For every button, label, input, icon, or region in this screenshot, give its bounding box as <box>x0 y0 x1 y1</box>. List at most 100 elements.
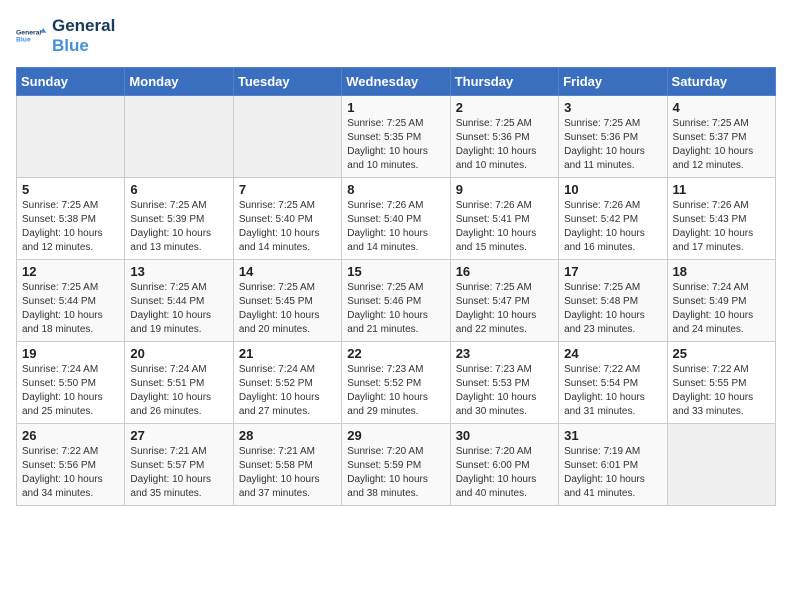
day-cell: 13 Sunrise: 7:25 AMSunset: 5:44 PMDayligh… <box>125 260 233 342</box>
day-info: Sunrise: 7:26 AMSunset: 5:40 PMDaylight:… <box>347 199 444 255</box>
day-cell: 20Sunrise: 7:24 AMSunset: 5:51 PMDayligh… <box>125 342 233 424</box>
day-info: Sunrise: 7:22 AMSunset: 5:55 PMDaylight:… <box>673 363 770 419</box>
day-number: 10 <box>564 182 661 197</box>
day-number: 4 <box>673 100 770 115</box>
day-cell: 16 Sunrise: 7:25 AMSunset: 5:47 PMDayligh… <box>450 260 558 342</box>
day-info: Sunrise: 7:25 AMSunset: 5:37 PMDaylight:… <box>673 117 770 173</box>
day-cell <box>667 424 775 506</box>
day-cell: 31 Sunrise: 7:19 AMSunset: 6:01 PMDayligh… <box>559 424 667 506</box>
day-info: Sunrise: 7:23 AMSunset: 5:52 PMDaylight:… <box>347 363 444 419</box>
day-cell: 1 Sunrise: 7:25 AMSunset: 5:35 PMDaylight… <box>342 96 450 178</box>
day-info: Sunrise: 7:23 AMSunset: 5:53 PMDaylight:… <box>456 363 553 419</box>
day-cell: 5 Sunrise: 7:25 AMSunset: 5:38 PMDaylight… <box>17 178 125 260</box>
day-number: 7 <box>239 182 336 197</box>
day-info: Sunrise: 7:20 AMSunset: 6:00 PMDaylight:… <box>456 445 553 501</box>
header-row: SundayMondayTuesdayWednesdayThursdayFrid… <box>17 68 776 96</box>
day-info: Sunrise: 7:25 AMSunset: 5:48 PMDaylight:… <box>564 281 661 337</box>
logo-icon: General Blue <box>16 18 48 54</box>
day-number: 19 <box>22 346 119 361</box>
day-cell: 27 Sunrise: 7:21 AMSunset: 5:57 PMDayligh… <box>125 424 233 506</box>
day-cell: 14Sunrise: 7:25 AMSunset: 5:45 PMDayligh… <box>233 260 341 342</box>
day-number: 24 <box>564 346 661 361</box>
day-info: Sunrise: 7:26 AMSunset: 5:41 PMDaylight:… <box>456 199 553 255</box>
day-info: Sunrise: 7:25 AMSunset: 5:44 PMDaylight:… <box>130 281 227 337</box>
day-info: Sunrise: 7:22 AMSunset: 5:54 PMDaylight:… <box>564 363 661 419</box>
day-cell: 19 Sunrise: 7:24 AMSunset: 5:50 PMDayligh… <box>17 342 125 424</box>
day-number: 27 <box>130 428 227 443</box>
header-cell-thursday: Thursday <box>450 68 558 96</box>
day-number: 18 <box>673 264 770 279</box>
day-cell <box>17 96 125 178</box>
day-number: 21 <box>239 346 336 361</box>
week-row-3: 12Sunrise: 7:25 AMSunset: 5:44 PMDayligh… <box>17 260 776 342</box>
day-number: 13 <box>130 264 227 279</box>
day-info: Sunrise: 7:25 AMSunset: 5:38 PMDaylight:… <box>22 199 119 255</box>
day-cell: 29 Sunrise: 7:20 AMSunset: 5:59 PMDayligh… <box>342 424 450 506</box>
day-info: Sunrise: 7:25 AMSunset: 5:36 PMDaylight:… <box>564 117 661 173</box>
day-cell: 4 Sunrise: 7:25 AMSunset: 5:37 PMDaylight… <box>667 96 775 178</box>
day-info: Sunrise: 7:19 AMSunset: 6:01 PMDaylight:… <box>564 445 661 501</box>
day-number: 11 <box>673 182 770 197</box>
day-cell: 22 Sunrise: 7:23 AMSunset: 5:52 PMDayligh… <box>342 342 450 424</box>
day-info: Sunrise: 7:21 AMSunset: 5:57 PMDaylight:… <box>130 445 227 501</box>
header-cell-friday: Friday <box>559 68 667 96</box>
day-cell: 25 Sunrise: 7:22 AMSunset: 5:55 PMDayligh… <box>667 342 775 424</box>
day-info: Sunrise: 7:24 AMSunset: 5:52 PMDaylight:… <box>239 363 336 419</box>
day-number: 23 <box>456 346 553 361</box>
header-cell-wednesday: Wednesday <box>342 68 450 96</box>
day-cell <box>125 96 233 178</box>
page-header: General Blue General Blue <box>16 16 776 55</box>
day-number: 5 <box>22 182 119 197</box>
day-number: 25 <box>673 346 770 361</box>
day-info: Sunrise: 7:25 AMSunset: 5:39 PMDaylight:… <box>130 199 227 255</box>
day-info: Sunrise: 7:25 AMSunset: 5:36 PMDaylight:… <box>456 117 553 173</box>
week-row-5: 26Sunrise: 7:22 AMSunset: 5:56 PMDayligh… <box>17 424 776 506</box>
day-number: 1 <box>347 100 444 115</box>
day-number: 17 <box>564 264 661 279</box>
day-info: Sunrise: 7:20 AMSunset: 5:59 PMDaylight:… <box>347 445 444 501</box>
header-cell-sunday: Sunday <box>17 68 125 96</box>
day-number: 3 <box>564 100 661 115</box>
day-info: Sunrise: 7:25 AMSunset: 5:47 PMDaylight:… <box>456 281 553 337</box>
day-cell: 2 Sunrise: 7:25 AMSunset: 5:36 PMDaylight… <box>450 96 558 178</box>
day-info: Sunrise: 7:26 AMSunset: 5:43 PMDaylight:… <box>673 199 770 255</box>
day-number: 9 <box>456 182 553 197</box>
day-info: Sunrise: 7:25 AMSunset: 5:35 PMDaylight:… <box>347 117 444 173</box>
svg-text:Blue: Blue <box>16 36 31 43</box>
calendar-table: SundayMondayTuesdayWednesdayThursdayFrid… <box>16 67 776 506</box>
day-info: Sunrise: 7:25 AMSunset: 5:46 PMDaylight:… <box>347 281 444 337</box>
week-row-4: 19 Sunrise: 7:24 AMSunset: 5:50 PMDayligh… <box>17 342 776 424</box>
day-info: Sunrise: 7:25 AMSunset: 5:40 PMDaylight:… <box>239 199 336 255</box>
day-number: 28 <box>239 428 336 443</box>
svg-text:General: General <box>16 29 41 36</box>
header-cell-tuesday: Tuesday <box>233 68 341 96</box>
week-row-2: 5 Sunrise: 7:25 AMSunset: 5:38 PMDaylight… <box>17 178 776 260</box>
header-cell-monday: Monday <box>125 68 233 96</box>
day-number: 15 <box>347 264 444 279</box>
day-cell: 21 Sunrise: 7:24 AMSunset: 5:52 PMDayligh… <box>233 342 341 424</box>
day-cell: 23 Sunrise: 7:23 AMSunset: 5:53 PMDayligh… <box>450 342 558 424</box>
day-cell: 17 Sunrise: 7:25 AMSunset: 5:48 PMDayligh… <box>559 260 667 342</box>
day-cell: 10 Sunrise: 7:26 AMSunset: 5:42 PMDayligh… <box>559 178 667 260</box>
day-cell: 28Sunrise: 7:21 AMSunset: 5:58 PMDayligh… <box>233 424 341 506</box>
day-cell: 3 Sunrise: 7:25 AMSunset: 5:36 PMDaylight… <box>559 96 667 178</box>
day-cell: 9 Sunrise: 7:26 AMSunset: 5:41 PMDaylight… <box>450 178 558 260</box>
day-number: 2 <box>456 100 553 115</box>
day-cell: 6 Sunrise: 7:25 AMSunset: 5:39 PMDaylight… <box>125 178 233 260</box>
day-info: Sunrise: 7:26 AMSunset: 5:42 PMDaylight:… <box>564 199 661 255</box>
day-cell <box>233 96 341 178</box>
week-row-1: 1 Sunrise: 7:25 AMSunset: 5:35 PMDaylight… <box>17 96 776 178</box>
day-number: 26 <box>22 428 119 443</box>
day-cell: 24 Sunrise: 7:22 AMSunset: 5:54 PMDayligh… <box>559 342 667 424</box>
day-number: 22 <box>347 346 444 361</box>
day-number: 29 <box>347 428 444 443</box>
header-cell-saturday: Saturday <box>667 68 775 96</box>
day-cell: 30 Sunrise: 7:20 AMSunset: 6:00 PMDayligh… <box>450 424 558 506</box>
day-number: 6 <box>130 182 227 197</box>
day-number: 16 <box>456 264 553 279</box>
day-number: 31 <box>564 428 661 443</box>
day-info: Sunrise: 7:24 AMSunset: 5:49 PMDaylight:… <box>673 281 770 337</box>
day-cell: 7 Sunrise: 7:25 AMSunset: 5:40 PMDaylight… <box>233 178 341 260</box>
day-number: 30 <box>456 428 553 443</box>
day-info: Sunrise: 7:24 AMSunset: 5:50 PMDaylight:… <box>22 363 119 419</box>
